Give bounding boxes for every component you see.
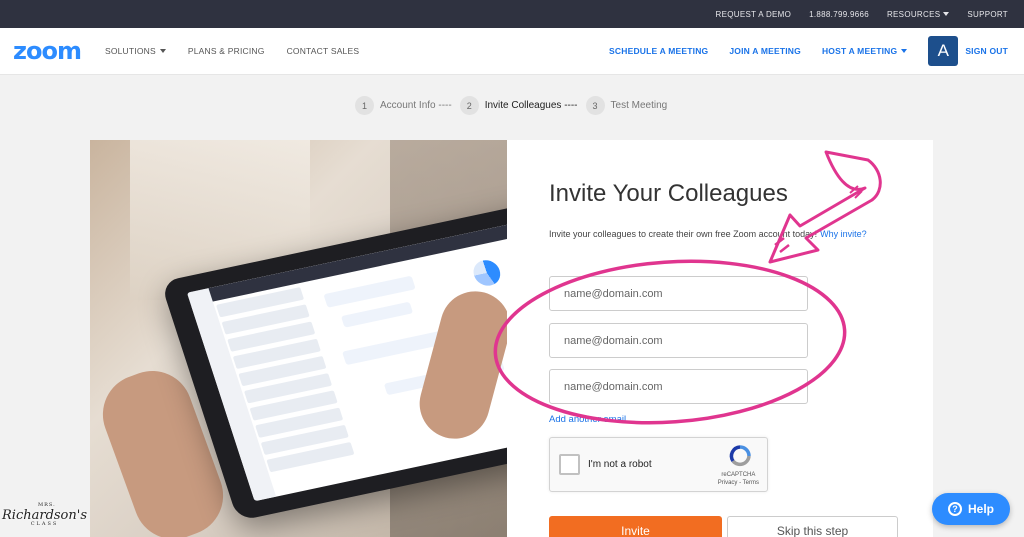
email-field-1[interactable] [549, 276, 808, 311]
chevron-down-icon [901, 49, 908, 53]
invite-subtitle: Invite your colleagues to create their o… [549, 229, 867, 239]
why-invite-link[interactable]: Why invite? [820, 229, 867, 239]
skip-button[interactable]: Skip this step [727, 516, 898, 537]
step-number: 1 [355, 96, 374, 115]
step-number: 2 [459, 96, 479, 115]
host-meeting-label: HOST A MEETING [821, 46, 898, 56]
page-title: Invite Your Colleagues [549, 180, 788, 207]
contact-sales-link[interactable]: CONTACT SALES [287, 46, 360, 56]
main-nav: zoom SOLUTIONS PLANS & PRICING CONTACT S… [0, 28, 1024, 75]
step-label: Test Meeting [610, 100, 668, 111]
step-number: 3 [585, 96, 605, 115]
zoom-logo[interactable]: zoom [13, 37, 82, 65]
help-icon: ? [947, 502, 962, 516]
tablet-photo [90, 140, 507, 537]
phone-link[interactable]: 1.888.799.9666 [809, 10, 869, 19]
resources-label: RESOURCES [886, 9, 941, 19]
help-button[interactable]: ? Help [932, 493, 1010, 525]
avatar[interactable]: A [928, 36, 959, 66]
sign-out-link[interactable]: SIGN OUT [965, 46, 1008, 56]
email-field-3[interactable] [549, 369, 808, 404]
nav-left: SOLUTIONS PLANS & PRICING CONTACT SALES [105, 46, 359, 56]
step-label: Invite Colleagues ---- [484, 100, 578, 111]
schedule-meeting-link[interactable]: SCHEDULE A MEETING [609, 46, 708, 56]
recaptcha-branding: reCAPTCHA Privacy - Terms [718, 471, 759, 487]
add-email-link[interactable]: Add another email [549, 414, 626, 425]
plans-pricing-link[interactable]: PLANS & PRICING [188, 46, 265, 56]
recaptcha-terms[interactable]: Privacy - Terms [718, 479, 759, 487]
chevron-down-icon [943, 12, 950, 16]
recaptcha-icon [729, 445, 751, 467]
email-field-2[interactable] [549, 323, 808, 358]
step-invite-colleagues: 2 Invite Colleagues ---- [459, 96, 578, 115]
host-meeting-menu[interactable]: HOST A MEETING [821, 46, 908, 56]
step-test-meeting: 3 Test Meeting [585, 96, 668, 115]
step-account-info: 1 Account Info ---- [355, 96, 452, 115]
help-label: Help [967, 502, 994, 516]
chevron-down-icon [159, 49, 166, 53]
watermark-logo: MRS. Richardson's CLASS [2, 502, 87, 527]
join-meeting-link[interactable]: JOIN A MEETING [729, 46, 801, 56]
nav-right: SCHEDULE A MEETING JOIN A MEETING HOST A… [609, 36, 1008, 66]
request-demo-link[interactable]: REQUEST A DEMO [716, 10, 792, 19]
screen-pie-chart [470, 257, 504, 289]
invite-form-card: Invite Your Colleagues Invite your colle… [507, 140, 933, 537]
recaptcha-brand: reCAPTCHA [721, 472, 756, 478]
solutions-menu[interactable]: SOLUTIONS [105, 46, 166, 56]
progress-steps: 1 Account Info ---- 2 Invite Colleagues … [355, 96, 667, 115]
solutions-label: SOLUTIONS [104, 46, 156, 56]
subtitle-text: Invite your colleagues to create their o… [549, 229, 818, 239]
recaptcha-checkbox[interactable] [559, 454, 580, 475]
step-label: Account Info ---- [380, 100, 452, 111]
invite-button[interactable]: Invite [549, 516, 722, 537]
support-link[interactable]: SUPPORT [967, 10, 1008, 19]
utility-bar: REQUEST A DEMO 1.888.799.9666 RESOURCES … [0, 0, 1024, 28]
screen-message [340, 301, 414, 328]
recaptcha-widget: I'm not a robot reCAPTCHA Privacy - Term… [549, 437, 768, 492]
resources-menu[interactable]: RESOURCES [886, 9, 950, 19]
recaptcha-label: I'm not a robot [588, 459, 652, 470]
watermark-top: MRS. [38, 502, 56, 508]
